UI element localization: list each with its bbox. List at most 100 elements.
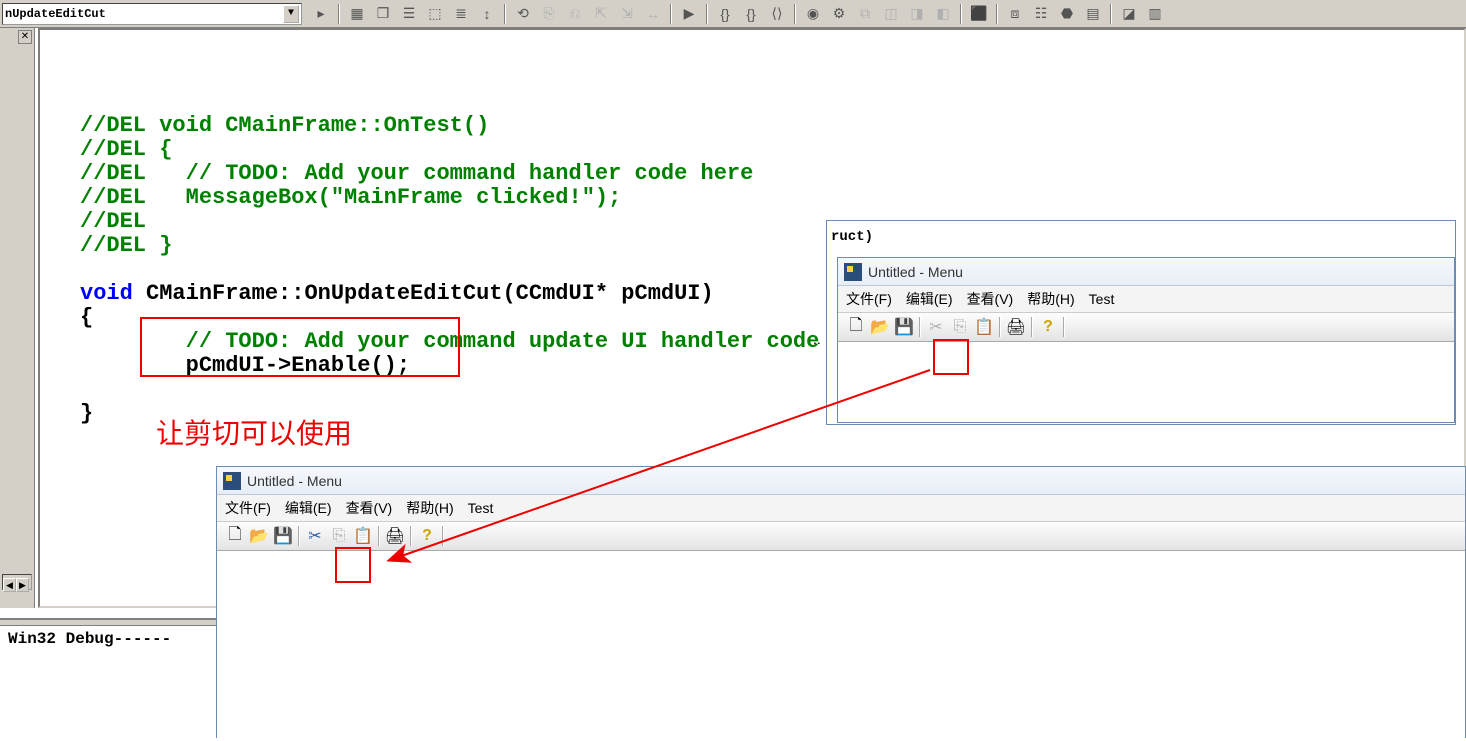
menu-edit[interactable]: 编辑(E) [906, 289, 953, 309]
tb-separator [1063, 317, 1065, 337]
print-icon[interactable]: 🖨 [383, 524, 407, 548]
partial-ruct: ruct) [831, 229, 873, 245]
tb-icon[interactable]: ▦ [346, 3, 368, 25]
code-line [80, 257, 93, 282]
combo-dropdown-arrow[interactable]: ▼ [283, 5, 299, 23]
client-area [217, 551, 1465, 741]
tb-icon[interactable]: ◨ [906, 3, 928, 25]
copy-icon[interactable]: ⎘ [327, 524, 351, 548]
paste-icon[interactable]: 📋 [351, 524, 375, 548]
code-line: //DEL [80, 209, 159, 234]
tb-icon[interactable]: ◪ [1118, 3, 1140, 25]
tb-brace-icon[interactable]: {} [714, 3, 736, 25]
code-line: } [80, 401, 93, 426]
app-window-disabled-cut: ruct) .. Untitled - Menu 文件(F) 编辑(E) 查看(… [826, 220, 1456, 425]
menubar: 文件(F) 编辑(E) 查看(V) 帮助(H) Test [838, 286, 1454, 312]
copy-icon[interactable]: ⎘ [948, 315, 972, 339]
code-line: //DEL { [80, 137, 172, 162]
tb-separator [919, 317, 921, 337]
tb-icon[interactable]: ⟲ [512, 3, 534, 25]
cut-icon[interactable]: ✂ [303, 524, 327, 548]
code-line [80, 65, 93, 90]
code-line: // TODO: Add your command update UI hand… [80, 329, 885, 354]
new-icon[interactable]: 🗋 [844, 315, 868, 339]
paste-icon[interactable]: 📋 [972, 315, 996, 339]
menu-help[interactable]: 帮助(H) [1027, 289, 1074, 309]
tb-icon[interactable]: ☰ [398, 3, 420, 25]
tb-icon[interactable]: ▤ [1082, 3, 1104, 25]
tb-separator [504, 4, 506, 24]
menu-file[interactable]: 文件(F) [225, 498, 271, 518]
tb-icon[interactable]: ⇱ [590, 3, 612, 25]
menu-file[interactable]: 文件(F) [846, 289, 892, 309]
scroll-left[interactable]: ◀ [3, 578, 16, 592]
tb-icon[interactable]: ⇲ [616, 3, 638, 25]
tb-separator [999, 317, 1001, 337]
tb-icon[interactable]: ↔ [642, 3, 664, 25]
scroll-right[interactable]: ▶ [16, 578, 29, 592]
tb-icon[interactable]: ⚙ [828, 3, 850, 25]
tb-separator [338, 4, 340, 24]
combo-value: nUpdateEditCut [5, 7, 106, 21]
tb-separator [794, 4, 796, 24]
tb-icon[interactable]: ◉ [802, 3, 824, 25]
tb-icon[interactable]: ▶ [678, 3, 700, 25]
tb-icon[interactable]: ▸ [310, 3, 332, 25]
save-icon[interactable]: 💾 [892, 315, 916, 339]
code-line [80, 377, 186, 402]
tb-icon[interactable]: ⬚ [424, 3, 446, 25]
tb-separator [960, 4, 962, 24]
window-title: Untitled - Menu [868, 264, 963, 280]
member-combo[interactable]: nUpdateEditCut ▼ [2, 3, 302, 25]
menu-help[interactable]: 帮助(H) [406, 498, 453, 518]
app-window-enabled-cut: Untitled - Menu 文件(F) 编辑(E) 查看(V) 帮助(H) … [216, 466, 1466, 738]
code-line: //DEL } [80, 233, 172, 258]
app-toolbar: 🗋 📂 💾 ✂ ⎘ 📋 🖨 ? [838, 312, 1454, 342]
tb-icon[interactable]: ≣ [450, 3, 472, 25]
new-icon[interactable]: 🗋 [223, 524, 247, 548]
help-icon[interactable]: ? [415, 524, 439, 548]
code-line [80, 89, 93, 114]
ide-top-toolbar: nUpdateEditCut ▼ ▸ ▦ ❐ ☰ ⬚ ≣ ↕ ⟲ ⎘ ⎌ ⇱ ⇲… [0, 0, 1466, 28]
save-icon[interactable]: 💾 [271, 524, 295, 548]
tb-icon[interactable]: ❐ [372, 3, 394, 25]
app-icon [223, 472, 241, 490]
app-toolbar: 🗋 📂 💾 ✂ ⎘ 📋 🖨 ? [217, 521, 1465, 551]
titlebar[interactable]: Untitled - Menu [838, 258, 1454, 286]
menu-test[interactable]: Test [1089, 291, 1115, 307]
tb-brace-icon[interactable]: {} [740, 3, 762, 25]
code-line: { [80, 305, 93, 330]
open-icon[interactable]: 📂 [247, 524, 271, 548]
help-icon[interactable]: ? [1036, 315, 1060, 339]
menu-edit[interactable]: 编辑(E) [285, 498, 332, 518]
print-icon[interactable]: 🖨 [1004, 315, 1028, 339]
cut-icon[interactable]: ✂ [924, 315, 948, 339]
tb-icon[interactable]: ↕ [476, 3, 498, 25]
tb-icon[interactable]: ▥ [1144, 3, 1166, 25]
tb-icon[interactable]: ☷ [1030, 3, 1052, 25]
tb-separator [670, 4, 672, 24]
tb-icon[interactable]: ⟨⟩ [766, 3, 788, 25]
titlebar[interactable]: Untitled - Menu [217, 467, 1465, 495]
tb-icon[interactable]: ⧈ [1004, 3, 1026, 25]
tb-icon[interactable]: ◫ [880, 3, 902, 25]
panel-close-button[interactable]: ✕ [18, 30, 32, 44]
tb-icon[interactable]: ⎘ [538, 3, 560, 25]
tb-separator [706, 4, 708, 24]
code-line: //DEL MessageBox("MainFrame clicked!"); [80, 185, 621, 210]
menu-test[interactable]: Test [468, 500, 494, 516]
tb-icon[interactable]: ◧ [932, 3, 954, 25]
tb-icon[interactable]: ⎌ [564, 3, 586, 25]
tb-separator [1110, 4, 1112, 24]
tb-separator [1031, 317, 1033, 337]
menu-view[interactable]: 查看(V) [967, 289, 1014, 309]
tb-icon[interactable]: ⬣ [1056, 3, 1078, 25]
tb-icon[interactable]: ⬛ [968, 3, 990, 25]
tb-separator [410, 526, 412, 546]
code-line: //DEL void CMainFrame::OnTest() [80, 113, 489, 138]
workspace-panel: ✕ ◀▶ [0, 28, 35, 608]
tb-icon[interactable]: ⧉ [854, 3, 876, 25]
menu-view[interactable]: 查看(V) [346, 498, 393, 518]
code-line: void CMainFrame::OnUpdateEditCut(CCmdUI*… [80, 281, 714, 306]
open-icon[interactable]: 📂 [868, 315, 892, 339]
